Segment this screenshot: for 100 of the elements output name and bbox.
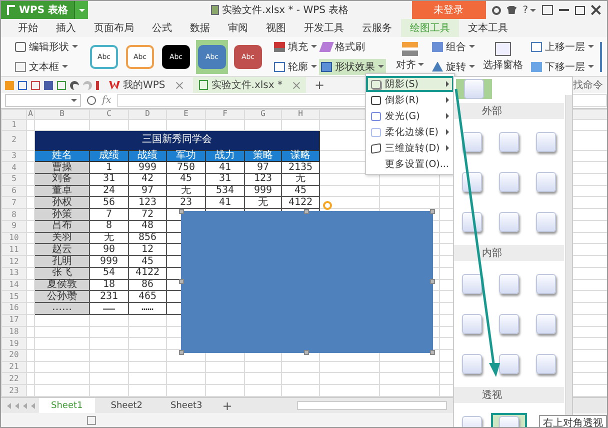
command-search-field[interactable]: 找命令 bbox=[573, 78, 607, 92]
row-number: 16 bbox=[2, 302, 26, 314]
ribbon-tab[interactable]: 文本工具 bbox=[459, 19, 517, 37]
shape-icon bbox=[321, 62, 332, 72]
tile-icon bbox=[498, 274, 519, 294]
w-logo-icon bbox=[109, 80, 120, 90]
resize-handle[interactable] bbox=[179, 209, 184, 214]
layer-down-icon bbox=[531, 62, 542, 72]
window-icon[interactable] bbox=[542, 5, 553, 15]
help-button[interactable]: ? bbox=[522, 4, 536, 16]
caret-icon bbox=[62, 65, 68, 68]
tile-icon bbox=[498, 212, 519, 232]
resize-handle[interactable] bbox=[179, 279, 184, 284]
sheet-tab[interactable]: Sheet3 bbox=[158, 398, 214, 414]
table-cell: 24 bbox=[90, 185, 128, 197]
table-cell: …… bbox=[90, 302, 128, 314]
layer-up-icon bbox=[531, 42, 542, 52]
ribbon-button[interactable]: 上移一层 bbox=[529, 38, 596, 54]
horizontal-scrollbar[interactable] bbox=[297, 401, 447, 410]
table-cell: 31 bbox=[206, 174, 244, 186]
group-icon bbox=[432, 42, 443, 52]
table-cell: 刘备 bbox=[34, 174, 90, 186]
ribbon-tab[interactable]: 云服务 bbox=[353, 19, 401, 37]
ribbon-tab[interactable]: 插入 bbox=[47, 19, 85, 37]
fx-label[interactable]: fx bbox=[102, 95, 112, 106]
maximize-icon[interactable] bbox=[575, 6, 585, 14]
name-box[interactable] bbox=[5, 94, 81, 107]
row-number: 4 bbox=[2, 162, 26, 174]
table-cell: 750 bbox=[166, 162, 206, 174]
ribbon-tab[interactable]: 数据 bbox=[181, 19, 219, 37]
ribbon-button[interactable]: 对齐 bbox=[394, 40, 426, 72]
ribbon-tab[interactable]: 开始 bbox=[9, 19, 47, 37]
row-number: 17 bbox=[2, 314, 26, 326]
ribbon-tab[interactable]: 公式 bbox=[143, 19, 181, 37]
circle-icon[interactable] bbox=[492, 6, 501, 14]
undo-icon[interactable] bbox=[70, 80, 79, 90]
row-number: 7 bbox=[2, 196, 26, 209]
ribbon-tab[interactable]: 开发工具 bbox=[295, 19, 353, 37]
column-heading: 战绩 bbox=[128, 150, 166, 162]
table-cell: 534 bbox=[206, 185, 244, 197]
table-cell: 231 bbox=[90, 290, 128, 303]
add-sheet-button[interactable]: + bbox=[218, 398, 236, 412]
column-header: B bbox=[34, 110, 90, 120]
table-cell: 张飞 bbox=[34, 267, 90, 280]
row-number: 6 bbox=[2, 185, 26, 197]
table-cell: 465 bbox=[128, 290, 166, 303]
table-cell: 董卓 bbox=[34, 185, 90, 197]
ribbon-button[interactable]: 形状效果 bbox=[319, 58, 386, 74]
ribbon-tab[interactable]: 审阅 bbox=[219, 19, 257, 37]
rotate-icon bbox=[432, 62, 443, 72]
column-heading: 成绩 bbox=[90, 150, 128, 162]
table-cell: 999 bbox=[128, 162, 166, 174]
table-cell: 54 bbox=[90, 267, 128, 280]
menu-item[interactable]: 更多设置(O)... bbox=[366, 156, 454, 172]
column-heading: 谋略 bbox=[282, 150, 320, 162]
ribbon-button[interactable]: 填充 bbox=[272, 38, 319, 54]
ribbon-button[interactable]: 文本框 bbox=[13, 58, 80, 74]
resize-handle[interactable] bbox=[430, 209, 435, 214]
search-icon[interactable] bbox=[87, 96, 96, 105]
preview-icon[interactable] bbox=[57, 80, 66, 90]
column-heading: 策略 bbox=[244, 150, 282, 162]
export-icon[interactable] bbox=[31, 80, 40, 90]
resize-handle[interactable] bbox=[430, 279, 435, 284]
row-number: 3 bbox=[2, 150, 26, 162]
sheet-tab[interactable]: Sheet1 bbox=[39, 398, 95, 414]
document-tab[interactable]: 实验文件.xlsx * bbox=[193, 77, 306, 93]
rotate-handle[interactable] bbox=[323, 201, 332, 210]
menu-item[interactable]: 阴影(S) bbox=[366, 76, 454, 92]
table-cell: 2135 bbox=[282, 162, 320, 174]
save-icon[interactable] bbox=[18, 80, 27, 90]
ribbon-tab[interactable]: 页面布局 bbox=[85, 19, 143, 37]
resize-handle[interactable] bbox=[179, 350, 184, 355]
ribbon-button[interactable]: 选择窗格 bbox=[481, 40, 525, 72]
column-header: C bbox=[90, 110, 128, 120]
paint-bucket-icon bbox=[274, 42, 285, 52]
resize-handle[interactable] bbox=[304, 209, 309, 214]
close-icon[interactable] bbox=[591, 5, 601, 15]
ribbon-button[interactable]: 格式刷 bbox=[319, 38, 367, 54]
table-cell: 4122 bbox=[128, 267, 166, 280]
dropdown-button[interactable] bbox=[74, 1, 88, 19]
window-title: 实验文件.xlsx * - WPS 表格 bbox=[222, 4, 349, 17]
new-tab-button[interactable]: + bbox=[310, 78, 329, 92]
redo-icon[interactable] bbox=[83, 80, 92, 90]
folder-icon[interactable] bbox=[5, 80, 14, 90]
ribbon-button[interactable]: 下移一层 bbox=[529, 58, 596, 74]
tile-icon bbox=[464, 79, 484, 99]
column-header: H bbox=[282, 110, 320, 120]
ribbon-tab[interactable]: 视图 bbox=[257, 19, 295, 37]
ribbon-button[interactable]: 组合 bbox=[430, 38, 477, 54]
shirt-icon[interactable] bbox=[506, 6, 517, 14]
resize-handle[interactable] bbox=[430, 350, 435, 355]
row-number: 19 bbox=[2, 338, 26, 350]
ribbon-button[interactable]: 编辑形状 bbox=[13, 38, 80, 54]
print-icon[interactable] bbox=[44, 80, 53, 90]
sheet-tab[interactable]: Sheet2 bbox=[98, 398, 154, 414]
resize-handle[interactable] bbox=[304, 350, 309, 355]
table-cell: 孙策 bbox=[34, 208, 90, 220]
no-shadow-option[interactable] bbox=[456, 79, 492, 99]
caret-icon bbox=[72, 45, 78, 48]
document-tab[interactable]: 我的WPS bbox=[103, 77, 190, 93]
